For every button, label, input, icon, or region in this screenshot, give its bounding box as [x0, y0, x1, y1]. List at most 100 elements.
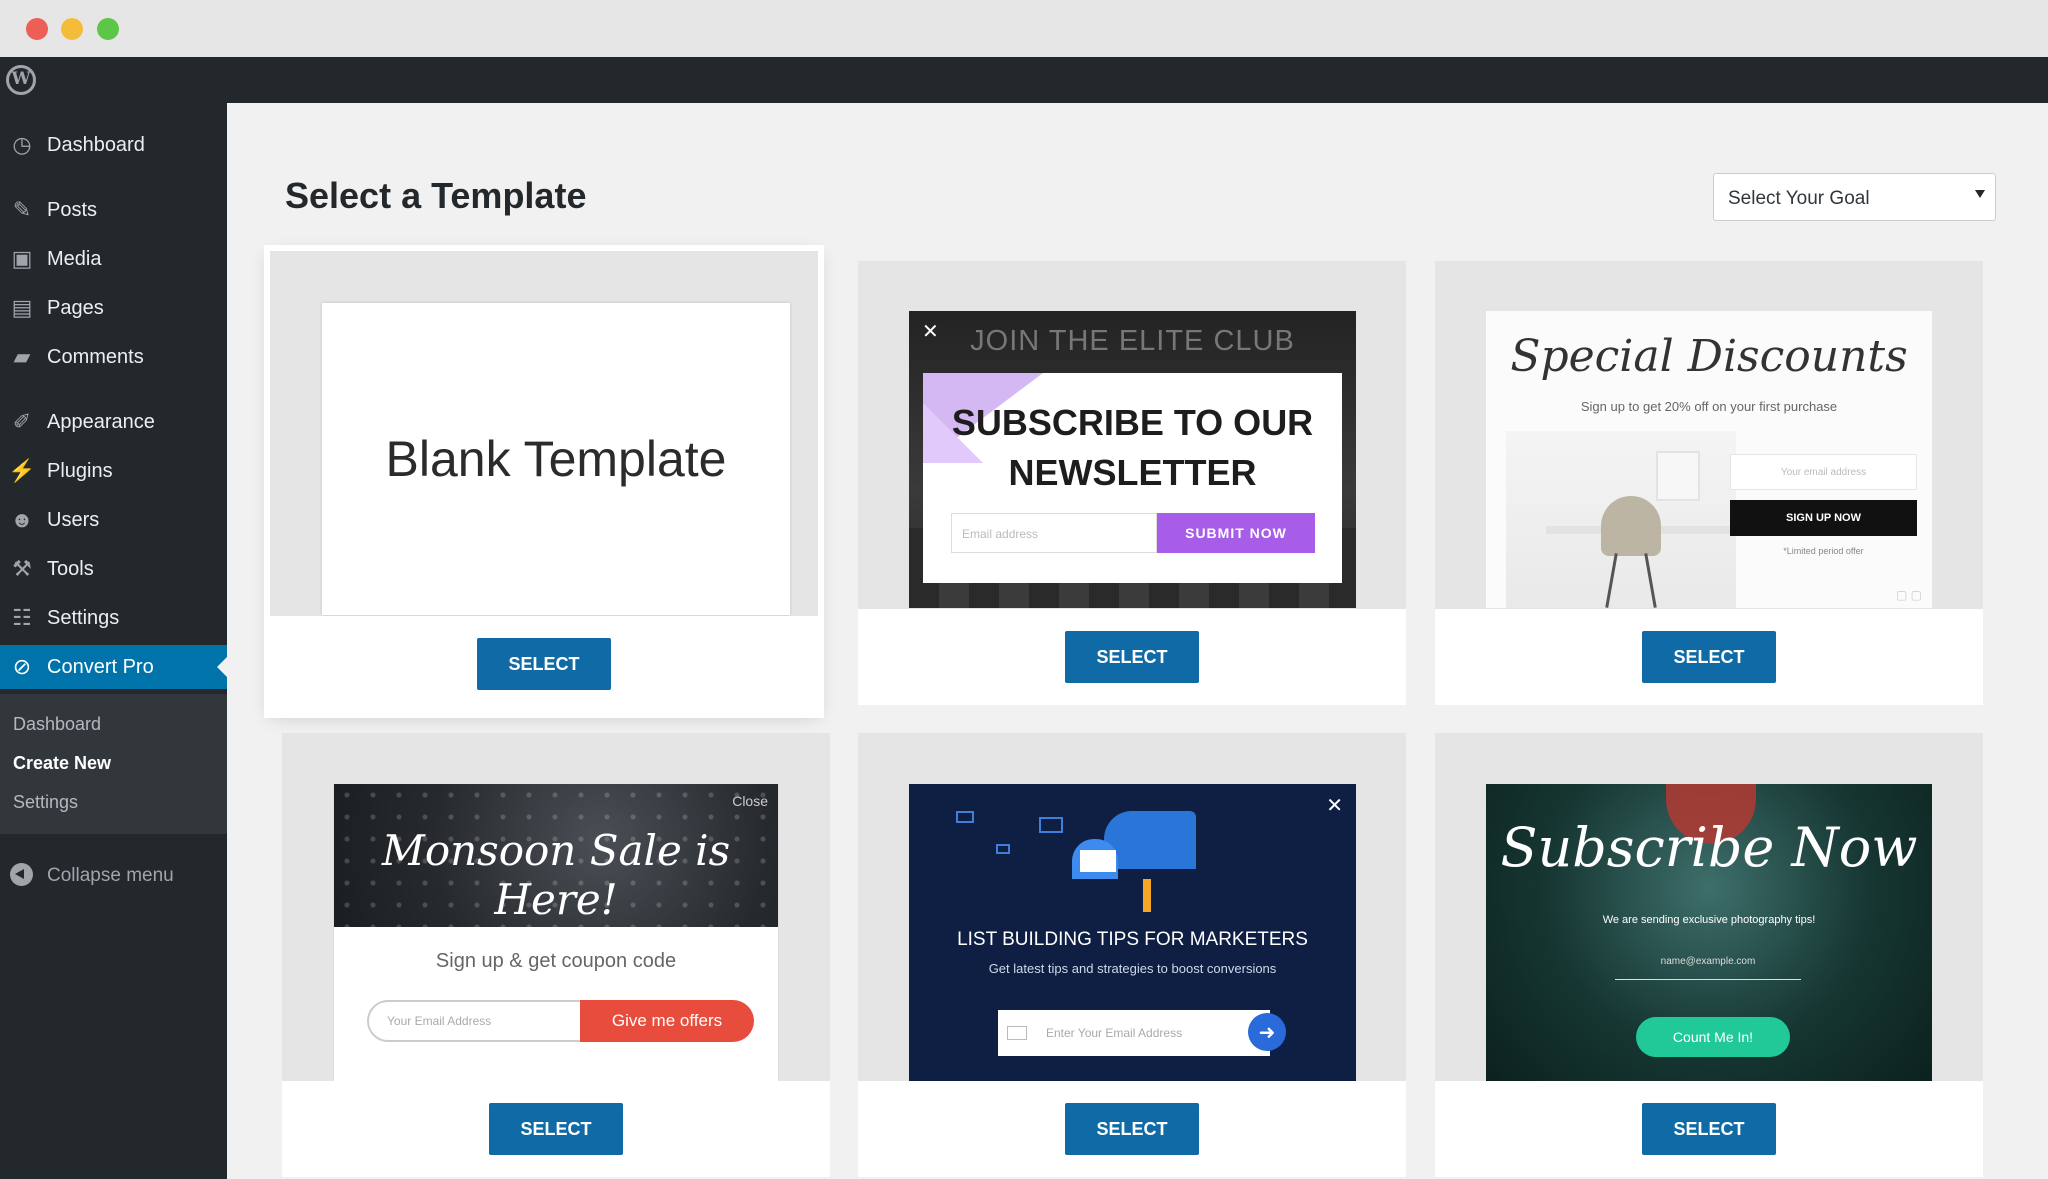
template-card-discounts[interactable]: Special Discounts Sign up to get 20% off…: [1435, 261, 1983, 705]
sidebar-item-settings[interactable]: ☷ Settings: [0, 596, 227, 640]
template-card-newsletter[interactable]: JOIN THE ELITE CLUB ✕ SUBSCRIBE TO OUR N…: [858, 261, 1406, 705]
template-card-list-building[interactable]: ✕ LIST BUILDING TIPS FOR MARKETERS Get l…: [858, 733, 1406, 1177]
goal-select[interactable]: Select Your Goal: [1713, 173, 1996, 221]
envelope-icon: [1039, 817, 1063, 833]
preview-script-title: Special Discounts: [1510, 331, 1908, 382]
wall-frame: [1656, 451, 1700, 501]
preview-heading: SUBSCRIBE TO OUR NEWSLETTER: [951, 402, 1314, 493]
convert-pro-icon: ⊘: [12, 654, 32, 679]
close-icon: ✕: [1326, 795, 1343, 817]
template-title: Blank Template: [385, 431, 727, 487]
arrow-right-icon: ➜: [1248, 1013, 1286, 1051]
close-icon: ✕: [922, 321, 939, 343]
collapse-menu-label: Collapse menu: [47, 865, 174, 886]
social-icons: ▢ ▢: [1895, 588, 1922, 602]
sidebar-item-label: Convert Pro: [47, 655, 154, 678]
preview-email-field: Your email address: [1730, 454, 1917, 490]
zoom-window-button[interactable]: [97, 18, 119, 40]
envelope-icon: [996, 844, 1010, 854]
sidebar-item-label: Posts: [47, 198, 98, 221]
pin-icon: ✎: [12, 197, 32, 222]
template-card-subscribe-now[interactable]: Subscribe Now We are sending exclusive p…: [1435, 733, 1983, 1177]
sidebar-item-label: Comments: [47, 345, 144, 368]
preview-email-field: Enter Your Email Address: [998, 1010, 1270, 1056]
submenu-item-settings[interactable]: Settings: [13, 792, 78, 813]
preview-close-text: Close: [732, 793, 768, 809]
template-card-blank[interactable]: Blank Template SELECT: [270, 251, 818, 712]
page-title: Select a Template: [285, 175, 587, 216]
template-preview-discounts: Special Discounts Sign up to get 20% off…: [1486, 311, 1932, 608]
sidebar-item-posts[interactable]: ✎ Posts: [0, 188, 227, 232]
preview-subtitle: Sign up to get 20% off on your first pur…: [1580, 399, 1838, 414]
preview-signup-button: SIGN UP NOW: [1730, 500, 1917, 536]
sidebar-item-convert-pro[interactable]: ⊘ Convert Pro: [0, 645, 227, 689]
preview-email-field: name@example.com: [1615, 956, 1801, 980]
settings-icon: ☷: [12, 605, 32, 630]
plug-icon: ⚡: [8, 458, 36, 483]
select-button[interactable]: SELECT: [1065, 1103, 1199, 1155]
template-preview-blank: Blank Template: [322, 303, 790, 615]
room-image: [1506, 431, 1746, 608]
sidebar-item-media[interactable]: ▣ Media: [0, 237, 227, 281]
sidebar-item-tools[interactable]: ⚒ Tools: [0, 547, 227, 591]
wordpress-logo-icon[interactable]: [6, 65, 36, 95]
preview-subtitle: Sign up & get coupon code: [435, 950, 677, 972]
dropdown-arrow-icon: [1975, 190, 1985, 198]
chair-leg: [1605, 553, 1618, 608]
template-preview-newsletter: JOIN THE ELITE CLUB ✕ SUBSCRIBE TO OUR N…: [909, 311, 1356, 608]
dashboard-icon: ◷: [12, 132, 32, 157]
preview-subtitle: We are sending exclusive photography tip…: [1602, 914, 1816, 926]
sidebar-item-label: Dashboard: [47, 133, 145, 156]
sidebar-item-label: Plugins: [47, 459, 113, 482]
sidebar-item-label: Pages: [47, 296, 104, 319]
select-button[interactable]: SELECT: [1642, 631, 1776, 683]
chair: [1601, 496, 1661, 556]
preview-submit-button: SUBMIT NOW: [1157, 513, 1315, 553]
select-button[interactable]: SELECT: [489, 1103, 623, 1155]
sidebar-item-appearance[interactable]: ✐ Appearance: [0, 400, 227, 444]
collapse-menu-button[interactable]: Collapse menu: [0, 855, 227, 895]
preview-email-field: Email address: [951, 513, 1157, 553]
select-button[interactable]: SELECT: [477, 638, 611, 690]
sidebar-item-plugins[interactable]: ⚡ Plugins: [0, 449, 227, 493]
comment-icon: ▰: [13, 344, 31, 369]
media-icon: ▣: [11, 246, 33, 271]
template-preview-list-building: ✕ LIST BUILDING TIPS FOR MARKETERS Get l…: [909, 784, 1356, 1081]
submenu-item-create-new[interactable]: Create New: [13, 753, 111, 774]
sidebar-item-label: Settings: [47, 606, 120, 629]
user-icon: ☻: [10, 507, 34, 532]
admin-sidebar: ◷ Dashboard ✎ Posts ▣ Media ▤ Pages ▰ Co…: [0, 103, 227, 1179]
preview-heading: LIST BUILDING TIPS FOR MARKETERS: [957, 929, 1308, 950]
sidebar-item-comments[interactable]: ▰ Comments: [0, 335, 227, 379]
window-titlebar: [0, 0, 2048, 57]
sidebar-item-label: Users: [47, 508, 100, 531]
select-button[interactable]: SELECT: [1065, 631, 1199, 683]
sidebar-item-users[interactable]: ☻ Users: [0, 498, 227, 542]
template-card-monsoon[interactable]: Close Monsoon Sale is Here! Sign up & ge…: [282, 733, 830, 1177]
preview-subtitle: Get latest tips and strategies to boost …: [988, 961, 1277, 976]
preview-script-title: Subscribe Now: [1500, 816, 1918, 879]
minimize-window-button[interactable]: [61, 18, 83, 40]
preview-email-field: Your Email Address: [367, 1000, 582, 1042]
envelope-icon: [956, 811, 974, 823]
select-button[interactable]: SELECT: [1642, 1103, 1776, 1155]
sidebar-item-label: Appearance: [47, 410, 155, 433]
collapse-arrow-icon: [10, 863, 33, 886]
submenu-item-dashboard[interactable]: Dashboard: [13, 714, 101, 735]
wrench-icon: ⚒: [12, 556, 32, 581]
preview-count-me-in-button: Count Me In!: [1636, 1017, 1790, 1057]
mailbox-post: [1143, 879, 1151, 912]
admin-bar: [0, 57, 2048, 103]
brush-icon: ✐: [12, 409, 32, 434]
sidebar-item-pages[interactable]: ▤ Pages: [0, 286, 227, 330]
sidebar-item-label: Media: [47, 247, 102, 270]
page-icon: ▤: [11, 295, 33, 320]
popup-box: SUBSCRIBE TO OUR NEWSLETTER Email addres…: [923, 373, 1342, 583]
sidebar-item-label: Tools: [47, 557, 94, 580]
sidebar-item-dashboard[interactable]: ◷ Dashboard: [0, 123, 227, 167]
preview-script-title: Monsoon Sale is Here!: [381, 826, 731, 924]
close-window-button[interactable]: [26, 18, 48, 40]
preview-banner-text: JOIN THE ELITE CLUB: [970, 325, 1295, 357]
convert-pro-submenu: Dashboard Create New Settings: [0, 694, 227, 834]
template-preview-monsoon: Close Monsoon Sale is Here! Sign up & ge…: [333, 784, 779, 1081]
